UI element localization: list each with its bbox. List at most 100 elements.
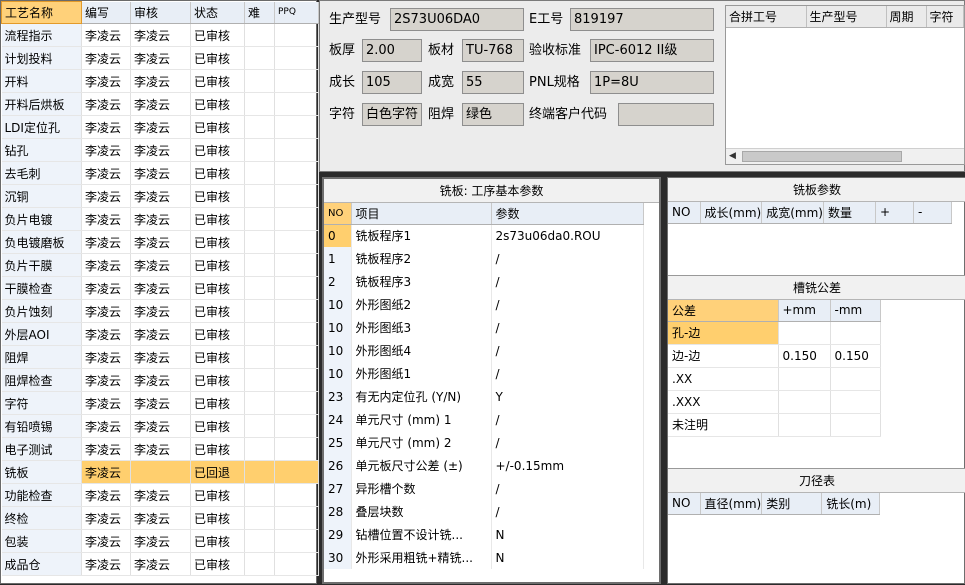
cell-param[interactable]: / xyxy=(491,431,644,454)
cell-difficulty[interactable] xyxy=(244,299,275,323)
cell-item[interactable]: 铣板程序3 xyxy=(351,270,492,293)
cell-difficulty[interactable] xyxy=(244,322,275,346)
cell-param[interactable]: 2s73u06da0.ROU xyxy=(491,224,644,247)
cell-ppq[interactable] xyxy=(274,138,319,162)
cell-param[interactable]: / xyxy=(491,408,644,431)
cell-reviewer[interactable]: 李凌云 xyxy=(130,529,191,553)
cell-status[interactable]: 已审核 xyxy=(190,552,245,576)
cell-plus-mm[interactable] xyxy=(778,390,831,414)
cell-param[interactable]: / xyxy=(491,477,644,500)
cell-process-name[interactable]: 负片蚀刻 xyxy=(1,299,82,323)
col-header-mill-qty[interactable]: 数量 xyxy=(823,202,876,224)
cell-reviewer[interactable]: 李凌云 xyxy=(130,46,191,70)
col-header-mill-no[interactable]: NO xyxy=(668,202,701,224)
cell-status[interactable]: 已审核 xyxy=(190,529,245,553)
cell-ppq[interactable] xyxy=(274,46,319,70)
col-header-tolerance[interactable]: 公差 xyxy=(668,300,779,322)
cell-param[interactable]: / xyxy=(491,339,644,362)
cell-tolerance[interactable]: .XXX xyxy=(668,390,779,414)
col-header-param[interactable]: 参数 xyxy=(491,203,644,225)
process-row[interactable]: 成品仓 李凌云 李凌云 已审核 xyxy=(1,552,319,576)
cell-status[interactable]: 已审核 xyxy=(190,207,245,231)
cell-item[interactable]: 单元板尺寸公差 (±) xyxy=(351,454,492,477)
cell-no[interactable]: 10 xyxy=(324,339,352,362)
col-header-no[interactable]: NO xyxy=(324,203,352,225)
cell-param[interactable]: N xyxy=(491,546,644,569)
process-row[interactable]: 负电镀磨板 李凌云 李凌云 已审核 xyxy=(1,230,319,254)
cell-no[interactable]: 2 xyxy=(324,270,352,293)
cell-difficulty[interactable] xyxy=(244,115,275,139)
param-row[interactable]: 25 单元尺寸 (mm) 2/ xyxy=(324,431,644,454)
cell-difficulty[interactable] xyxy=(244,483,275,507)
cell-plus-mm[interactable]: 0.150 xyxy=(778,344,831,368)
cell-process-name[interactable]: 字符 xyxy=(1,391,82,415)
param-row[interactable]: 27 异形槽个数 / xyxy=(324,477,644,500)
tolerance-row[interactable]: 未注明 xyxy=(668,413,881,437)
cell-difficulty[interactable] xyxy=(244,391,275,415)
col-header-item[interactable]: 项目 xyxy=(351,203,492,225)
cell-process-name[interactable]: 负片电镀 xyxy=(1,207,82,231)
cell-author[interactable]: 李凌云 xyxy=(81,414,131,438)
cell-param[interactable]: / xyxy=(491,316,644,339)
cell-ppq[interactable] xyxy=(274,506,319,530)
cell-no[interactable]: 25 xyxy=(324,431,352,454)
cell-reviewer[interactable]: 李凌云 xyxy=(130,161,191,185)
cell-minus-mm[interactable]: 0.150 xyxy=(830,344,881,368)
cell-item[interactable]: 钻槽位置不设计铣... xyxy=(351,523,492,546)
cell-status[interactable]: 已审核 xyxy=(190,115,245,139)
cell-no[interactable]: 24 xyxy=(324,408,352,431)
cell-process-name[interactable]: 去毛刺 xyxy=(1,161,82,185)
cell-author[interactable]: 李凌云 xyxy=(81,506,131,530)
cell-process-name[interactable]: 负电镀磨板 xyxy=(1,230,82,254)
cell-status[interactable]: 已审核 xyxy=(190,92,245,116)
cell-process-name[interactable]: 干膜检查 xyxy=(1,276,82,300)
cell-no[interactable]: 29 xyxy=(324,523,352,546)
col-header-merge-cycle[interactable]: 周期 xyxy=(886,6,927,28)
cell-ppq[interactable] xyxy=(274,529,319,553)
cell-author[interactable]: 李凌云 xyxy=(81,322,131,346)
cell-author[interactable]: 李凌云 xyxy=(81,483,131,507)
process-row[interactable]: 功能检查 李凌云 李凌云 已审核 xyxy=(1,483,319,507)
cell-status[interactable]: 已审核 xyxy=(190,230,245,254)
cell-status[interactable]: 已审核 xyxy=(190,414,245,438)
cell-difficulty[interactable] xyxy=(244,253,275,277)
cell-difficulty[interactable] xyxy=(244,230,275,254)
cell-process-name[interactable]: 负片干膜 xyxy=(1,253,82,277)
cell-reviewer[interactable]: 李凌云 xyxy=(130,552,191,576)
cell-difficulty[interactable] xyxy=(244,92,275,116)
cell-difficulty[interactable] xyxy=(244,437,275,461)
col-header-mill-len[interactable]: 成长(mm) xyxy=(700,202,763,224)
pnl-field[interactable]: 1P=8U xyxy=(590,71,714,94)
cell-status[interactable]: 已回退 xyxy=(190,460,245,484)
cell-param[interactable]: / xyxy=(491,500,644,523)
cell-ppq[interactable] xyxy=(274,230,319,254)
param-row[interactable]: 2 铣板程序3/ xyxy=(324,270,644,293)
cell-minus-mm[interactable] xyxy=(830,413,881,437)
cell-no[interactable]: 26 xyxy=(324,454,352,477)
cell-tolerance[interactable]: 未注明 xyxy=(668,413,779,437)
process-row[interactable]: 有铅喷锡 李凌云 李凌云 已审核 xyxy=(1,414,319,438)
cell-ppq[interactable] xyxy=(274,69,319,93)
col-header-process-name[interactable]: 工艺名称 xyxy=(1,1,82,24)
cell-process-name[interactable]: 阻焊 xyxy=(1,345,82,369)
cell-status[interactable]: 已审核 xyxy=(190,483,245,507)
cell-reviewer[interactable]: 李凌云 xyxy=(130,115,191,139)
cell-process-name[interactable]: 外层AOI xyxy=(1,322,82,346)
cell-process-name[interactable]: 计划投料 xyxy=(1,46,82,70)
cell-status[interactable]: 已审核 xyxy=(190,506,245,530)
process-row[interactable]: 去毛刺 李凌云 李凌云 已审核 xyxy=(1,161,319,185)
col-header-plus-mm[interactable]: +mm xyxy=(778,300,831,322)
cell-plus-mm[interactable] xyxy=(778,413,831,437)
cell-minus-mm[interactable] xyxy=(830,367,881,391)
process-row[interactable]: 阻焊检查 李凌云 李凌云 已审核 xyxy=(1,368,319,392)
cell-process-name[interactable]: 开料后烘板 xyxy=(1,92,82,116)
cell-item[interactable]: 外形图纸2 xyxy=(351,293,492,316)
col-header-difficulty[interactable]: 难 xyxy=(244,1,275,24)
cell-reviewer[interactable]: 李凌云 xyxy=(130,483,191,507)
tolerance-row[interactable]: .XXX xyxy=(668,390,881,414)
cell-reviewer[interactable]: 李凌云 xyxy=(130,138,191,162)
cell-item[interactable]: 铣板程序2 xyxy=(351,247,492,270)
col-header-ppq[interactable]: PPQ xyxy=(274,1,319,24)
cell-author[interactable]: 李凌云 xyxy=(81,391,131,415)
cell-reviewer[interactable]: 李凌云 xyxy=(130,253,191,277)
